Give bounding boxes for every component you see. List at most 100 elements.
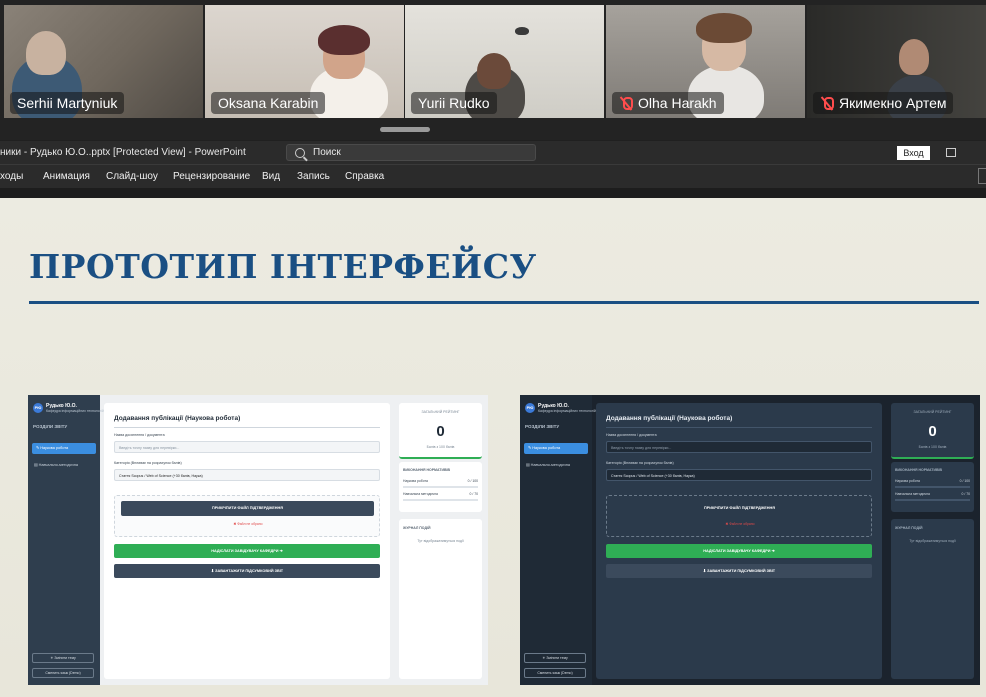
proto-no-file: ✖ Файл не обрано bbox=[233, 522, 263, 526]
participant-name: Yurii Rudko bbox=[411, 92, 497, 114]
prototype-light-screenshot: РЮ Рудько Ю.О. Кафедра інформаційних тех… bbox=[28, 395, 488, 685]
tab-transitions[interactable]: ходы bbox=[0, 171, 23, 182]
proto-sidebar: РЮ Рудько Ю.О. Кафедра інформаційних тех… bbox=[28, 395, 104, 685]
proto-dept: Кафедра інформаційних технологій bbox=[46, 409, 104, 413]
ribbon-tabs: ходы Анимация Слайд-шоу Рецензирование В… bbox=[0, 164, 986, 188]
signin-button[interactable]: Вход bbox=[897, 146, 930, 160]
participant-name: Olha Harakh bbox=[612, 92, 724, 114]
proto-category-select: Стаття Scopus / Web of Science (+30 балі… bbox=[606, 469, 872, 481]
meeting-window: Serhii Martyniuk Oksana Karabin Yurii Ru… bbox=[0, 0, 986, 697]
proto-rating-value: 0 bbox=[928, 423, 937, 440]
proto-nav-science: ✎ Наукова робота bbox=[32, 443, 96, 454]
proto-nav-science: ✎ Наукова робота bbox=[524, 443, 588, 454]
avatar: РЮ bbox=[33, 403, 43, 413]
search-box[interactable]: Поиск bbox=[286, 144, 536, 161]
proto-attach-button: ПРИКРІПИТИ ФАЙЛ ПІДТВЕРДЖЕННЯ bbox=[121, 501, 374, 516]
proto-norms-card: ВИКОНАННЯ НОРМАТИВІВ Наукова робота 0 / 1… bbox=[399, 462, 482, 512]
ribbon-display-icon[interactable] bbox=[946, 148, 956, 157]
proto-dropzone: ПРИКРІПИТИ ФАЙЛ ПІДТВЕРДЖЕННЯ ✖ Файл не … bbox=[606, 495, 872, 537]
proto-log-card: ЖУРНАЛ ПОДІЙ Тут відображатимуться події bbox=[399, 519, 482, 679]
proto-title-label: Назва досягнення / документа bbox=[114, 433, 165, 437]
ribbon-gap bbox=[0, 188, 986, 198]
proto-divider bbox=[114, 427, 380, 428]
proto-lang-button: Сменить язык (Demo) bbox=[524, 668, 586, 678]
tab-record[interactable]: Запись bbox=[297, 171, 330, 182]
participant-tile[interactable]: Якимекно Артем bbox=[807, 5, 986, 118]
proto-section: РОЗДІЛИ ЗВІТУ bbox=[525, 424, 560, 429]
proto-rating-value: 0 bbox=[436, 423, 445, 440]
prototype-dark-screenshot: РЮ Рудько Ю.О. Кафедра інформаційних тех… bbox=[520, 395, 980, 685]
proto-log-title: ЖУРНАЛ ПОДІЙ bbox=[403, 526, 431, 530]
strip-drag-handle[interactable] bbox=[380, 127, 430, 132]
participant-tile[interactable]: Serhii Martyniuk bbox=[4, 5, 203, 118]
proto-norm-row: Наукова робота 0 / 100 bbox=[895, 479, 970, 483]
proto-title-field: Введіть точну назву для перевірки... bbox=[114, 441, 380, 453]
proto-category-label: Категорія (Впливає на розрахунок балів) bbox=[114, 461, 182, 465]
search-placeholder: Поиск bbox=[313, 147, 341, 158]
proto-rating-sub: Балів з 100 балів bbox=[918, 445, 947, 449]
proto-main: Додавання публікації (Наукова робота) На… bbox=[596, 403, 882, 679]
proto-norm-row: Навчальна методична 0 / 70 bbox=[403, 492, 478, 496]
proto-log-empty: Тут відображатимуться події bbox=[909, 539, 956, 543]
proto-dept: Кафедра інформаційних технологій bbox=[538, 409, 596, 413]
tab-animation[interactable]: Анимация bbox=[43, 171, 90, 182]
proto-no-file: ✖ Файл не обрано bbox=[725, 522, 755, 526]
slide-title: ПРОТОТИП ІНТЕРФЕЙСУ bbox=[29, 247, 537, 286]
slide: ПРОТОТИП ІНТЕРФЕЙСУ РЮ Рудько Ю.О. Кафед… bbox=[0, 198, 986, 697]
proto-norm-bar bbox=[403, 486, 478, 488]
participant-name: Serhii Martyniuk bbox=[10, 92, 125, 114]
proto-norm-row: Навчальна методична 0 / 70 bbox=[895, 492, 970, 496]
participant-tile[interactable]: Oksana Karabin bbox=[205, 5, 404, 118]
proto-log-card: ЖУРНАЛ ПОДІЙ Тут відображатимуться події bbox=[891, 519, 974, 679]
tab-review[interactable]: Рецензирование bbox=[173, 171, 250, 182]
proto-attach-button: ПРИКРІПИТИ ФАЙЛ ПІДТВЕРДЖЕННЯ bbox=[703, 506, 776, 510]
proto-norm-row: Наукова робота 0 / 100 bbox=[403, 479, 478, 483]
tab-view[interactable]: Вид bbox=[262, 171, 280, 182]
proto-main: Додавання публікації (Наукова робота) На… bbox=[104, 403, 390, 679]
participant-name: Якимекно Артем bbox=[813, 92, 954, 114]
proto-norms-title: ВИКОНАННЯ НОРМАТИВІВ bbox=[403, 468, 450, 472]
proto-rating-caption: ЗАГАЛЬНИЙ РЕЙТИНГ bbox=[421, 410, 460, 414]
participant-tile-active[interactable]: Yurii Rudko bbox=[405, 5, 604, 118]
powerpoint-titlebar: ники - Рудько Ю.О..pptx [Protected View]… bbox=[0, 141, 986, 164]
proto-norm-bar bbox=[895, 499, 970, 501]
proto-nav-methodical: ▤ Навчально-методична bbox=[34, 463, 78, 467]
proto-nav-methodical: ▤ Навчально-методична bbox=[526, 463, 570, 467]
proto-section: РОЗДІЛИ ЗВІТУ bbox=[33, 424, 68, 429]
proto-rating-card: ЗАГАЛЬНИЙ РЕЙТИНГ 0 Балів з 100 балів bbox=[399, 403, 482, 459]
ribbon-box[interactable] bbox=[978, 168, 986, 184]
proto-rating-caption: ЗАГАЛЬНИЙ РЕЙТИНГ bbox=[913, 410, 952, 414]
search-icon bbox=[295, 147, 305, 158]
proto-heading: Додавання публікації (Наукова робота) bbox=[606, 415, 733, 422]
proto-theme-button: ☀ Змінити тему bbox=[524, 653, 586, 663]
avatar: РЮ bbox=[525, 403, 535, 413]
proto-sidebar: РЮ Рудько Ю.О. Кафедра інформаційних тех… bbox=[520, 395, 596, 685]
proto-category-select: Стаття Scopus / Web of Science (+30 балі… bbox=[114, 469, 380, 481]
proto-download-button: ⬇ ЗАВАНТАЖИТИ ПІДСУМКОВИЙ ЗВІТ bbox=[114, 564, 380, 578]
slide-title-rule bbox=[29, 301, 979, 304]
proto-log-empty: Тут відображатимуться події bbox=[417, 539, 464, 543]
proto-download-button: ⬇ ЗАВАНТАЖИТИ ПІДСУМКОВИЙ ЗВІТ bbox=[606, 564, 872, 578]
proto-norm-bar bbox=[403, 499, 478, 501]
tab-help[interactable]: Справка bbox=[345, 171, 384, 182]
proto-divider bbox=[606, 427, 872, 428]
proto-category-label: Категорія (Впливає на розрахунок балів) bbox=[606, 461, 674, 465]
proto-rating-sub: Балів з 100 балів bbox=[426, 445, 455, 449]
proto-norms-card: ВИКОНАННЯ НОРМАТИВІВ Наукова робота 0 / 1… bbox=[891, 462, 974, 512]
video-strip: Serhii Martyniuk Oksana Karabin Yurii Ru… bbox=[0, 0, 986, 140]
proto-log-title: ЖУРНАЛ ПОДІЙ bbox=[895, 526, 923, 530]
participant-name: Oksana Karabin bbox=[211, 92, 326, 114]
mic-muted-icon bbox=[820, 96, 834, 110]
proto-send-button: НАДІСЛАТИ ЗАВІДУВАЧУ КАФЕДРИ ➜ bbox=[606, 544, 872, 558]
participant-tile[interactable]: Olha Harakh bbox=[606, 5, 805, 118]
tab-slideshow[interactable]: Слайд-шоу bbox=[106, 171, 158, 182]
proto-theme-button: ☀ Змінити тему bbox=[32, 653, 94, 663]
proto-dropzone: ПРИКРІПИТИ ФАЙЛ ПІДТВЕРДЖЕННЯ ✖ Файл не … bbox=[114, 495, 380, 537]
proto-norms-title: ВИКОНАННЯ НОРМАТИВІВ bbox=[895, 468, 942, 472]
proto-title-field: Введіть точну назву для перевірки... bbox=[606, 441, 872, 453]
proto-lang-button: Сменить язык (Demo) bbox=[32, 668, 94, 678]
proto-norm-bar bbox=[895, 486, 970, 488]
proto-rating-card: ЗАГАЛЬНИЙ РЕЙТИНГ 0 Балів з 100 балів bbox=[891, 403, 974, 459]
proto-send-button: НАДІСЛАТИ ЗАВІДУВАЧУ КАФЕДРИ ➜ bbox=[114, 544, 380, 558]
document-title: ники - Рудько Ю.О..pptx [Protected View]… bbox=[0, 147, 246, 158]
